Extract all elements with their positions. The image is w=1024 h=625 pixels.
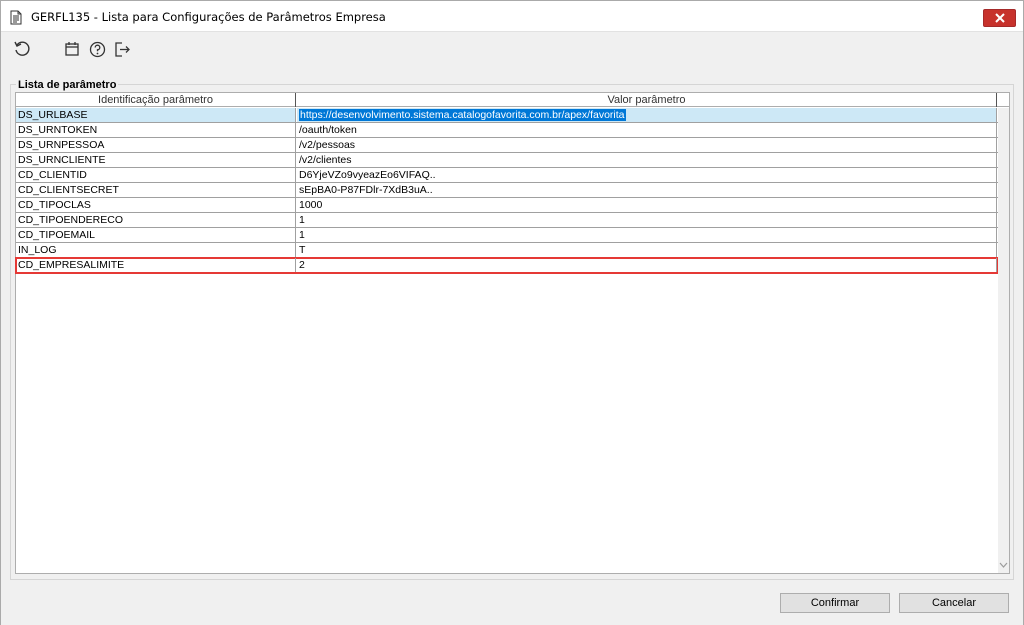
param-key-cell[interactable]: CD_CLIENTSECRET bbox=[16, 183, 296, 197]
exit-icon bbox=[114, 41, 130, 57]
param-value-cell[interactable]: D6YjeVZo9vyeazEo6VIFAQ.. bbox=[297, 168, 997, 182]
parameter-grid[interactable]: Identificação parâmetro Valor parâmetro … bbox=[15, 92, 1010, 574]
column-header-identificacao[interactable]: Identificação parâmetro bbox=[16, 93, 296, 107]
footer: Confirmar Cancelar bbox=[1, 581, 1023, 625]
table-row[interactable]: DS_URNPESSOA /v2/pessoas bbox=[16, 138, 998, 153]
calendar-button[interactable] bbox=[62, 39, 82, 59]
table-row[interactable]: IN_LOG T bbox=[16, 243, 998, 258]
table-row[interactable]: CD_TIPOENDERECO 1 bbox=[16, 213, 998, 228]
param-key-cell[interactable]: DS_URNPESSOA bbox=[16, 138, 296, 152]
table-row[interactable]: CD_TIPOCLAS 1000 bbox=[16, 198, 998, 213]
help-button[interactable] bbox=[87, 39, 107, 59]
param-value-cell[interactable]: https://desenvolvimento.sistema.catalogo… bbox=[297, 108, 997, 122]
grid-header: Identificação parâmetro Valor parâmetro bbox=[16, 93, 1009, 107]
param-key-cell[interactable]: CD_TIPOEMAIL bbox=[16, 228, 296, 242]
window: GERFL135 - Lista para Configurações de P… bbox=[0, 0, 1024, 625]
table-row[interactable]: DS_URNCLIENTE /v2/clientes bbox=[16, 153, 998, 168]
param-key-cell[interactable]: CD_EMPRESALIMITE bbox=[16, 258, 296, 272]
param-value-cell[interactable]: sEpBA0-P87FDlr-7XdB3uA.. bbox=[297, 183, 997, 197]
help-icon bbox=[89, 41, 105, 57]
table-row-highlighted[interactable]: CD_EMPRESALIMITE 2 bbox=[15, 257, 999, 274]
param-value-cell[interactable]: 1000 bbox=[297, 198, 997, 212]
param-key-cell[interactable]: CD_CLIENTID bbox=[16, 168, 296, 182]
param-key-cell[interactable]: CD_TIPOENDERECO bbox=[16, 213, 296, 227]
param-value-cell[interactable]: 1 bbox=[297, 228, 997, 242]
confirm-button[interactable]: Confirmar bbox=[780, 593, 890, 613]
param-key-cell[interactable]: CD_TIPOCLAS bbox=[16, 198, 296, 212]
param-key-cell[interactable]: DS_URNCLIENTE bbox=[16, 153, 296, 167]
document-icon bbox=[10, 10, 22, 25]
param-value-cell[interactable]: /v2/clientes bbox=[297, 153, 997, 167]
refresh-icon bbox=[14, 41, 30, 56]
calendar-icon bbox=[65, 42, 79, 56]
window-title: GERFL135 - Lista para Configurações de P… bbox=[31, 10, 386, 24]
param-value-cell[interactable]: /oauth/token bbox=[297, 123, 997, 137]
param-key-cell[interactable]: IN_LOG bbox=[16, 243, 296, 257]
column-header-valor[interactable]: Valor parâmetro bbox=[297, 93, 997, 107]
param-value-selected-text[interactable]: https://desenvolvimento.sistema.catalogo… bbox=[299, 109, 626, 121]
scroll-down-icon[interactable] bbox=[998, 560, 1009, 571]
vertical-scrollbar[interactable] bbox=[998, 108, 1009, 573]
table-row[interactable]: DS_URLBASE https://desenvolvimento.siste… bbox=[16, 108, 998, 123]
exit-button[interactable] bbox=[112, 39, 132, 59]
param-value-cell[interactable]: T bbox=[297, 243, 997, 257]
close-button[interactable] bbox=[983, 9, 1016, 27]
table-row[interactable]: CD_TIPOEMAIL 1 bbox=[16, 228, 998, 243]
group-legend: Lista de parâmetro bbox=[16, 79, 119, 91]
cancel-button[interactable]: Cancelar bbox=[899, 593, 1009, 613]
title-bar: GERFL135 - Lista para Configurações de P… bbox=[1, 1, 1023, 32]
table-row[interactable]: CD_CLIENTID D6YjeVZo9vyeazEo6VIFAQ.. bbox=[16, 168, 998, 183]
param-key-cell[interactable]: DS_URLBASE bbox=[16, 108, 296, 122]
toolbar bbox=[1, 32, 1023, 68]
param-value-cell[interactable]: 1 bbox=[297, 213, 997, 227]
param-value-cell[interactable]: /v2/pessoas bbox=[297, 138, 997, 152]
refresh-button[interactable] bbox=[12, 39, 32, 59]
close-icon bbox=[994, 13, 1005, 23]
param-key-cell[interactable]: DS_URNTOKEN bbox=[16, 123, 296, 137]
param-value-cell[interactable]: 2 bbox=[297, 258, 997, 272]
table-row[interactable]: DS_URNTOKEN /oauth/token bbox=[16, 123, 998, 138]
grid-rows: DS_URLBASE https://desenvolvimento.siste… bbox=[15, 108, 999, 274]
table-row[interactable]: CD_CLIENTSECRET sEpBA0-P87FDlr-7XdB3uA.. bbox=[16, 183, 998, 198]
